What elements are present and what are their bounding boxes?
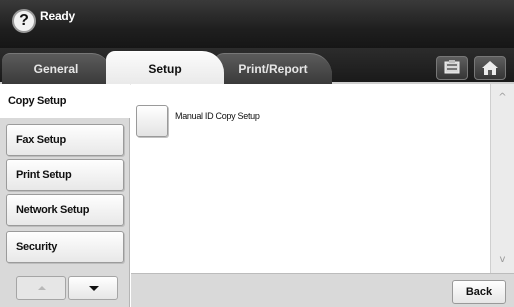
triangle-up-icon xyxy=(38,286,46,290)
home-button[interactable] xyxy=(474,56,506,80)
sidebar-scroll-up-button[interactable] xyxy=(16,276,66,300)
sidebar-scroll-down-button[interactable] xyxy=(68,276,118,300)
sidebar-item-security[interactable]: Security xyxy=(6,231,124,263)
manual-id-copy-setup-button[interactable] xyxy=(136,105,168,137)
sidebar: Copy Setup Fax Setup Print Setup Network… xyxy=(0,84,130,307)
tab-setup[interactable]: Setup xyxy=(106,51,224,85)
status-text: Ready xyxy=(40,9,76,23)
content-scrollbar[interactable]: ^ v xyxy=(490,84,514,273)
help-icon[interactable]: ? xyxy=(12,9,36,33)
tab-bar: General Print/Report Setup xyxy=(0,48,514,85)
job-status-button[interactable] xyxy=(436,56,468,80)
chevron-up-icon[interactable]: ^ xyxy=(491,90,514,106)
tab-print-report[interactable]: Print/Report xyxy=(214,53,332,84)
tab-general[interactable]: General xyxy=(2,53,110,84)
sidebar-item-print-setup[interactable]: Print Setup xyxy=(6,159,124,191)
printer-control-panel: ? Ready General Print/Report Setup Copy … xyxy=(0,0,514,307)
sidebar-item-copy-setup[interactable]: Copy Setup xyxy=(0,84,130,118)
manual-id-copy-setup-label: Manual ID Copy Setup xyxy=(175,111,260,121)
chevron-down-icon[interactable]: v xyxy=(491,252,514,268)
sidebar-item-fax-setup[interactable]: Fax Setup xyxy=(6,124,124,156)
triangle-down-icon xyxy=(89,286,99,291)
settings-content: Manual ID Copy Setup xyxy=(131,84,514,273)
status-bar: ? Ready xyxy=(0,0,514,48)
job-status-icon xyxy=(444,60,460,74)
back-button[interactable]: Back xyxy=(452,280,506,304)
footer-bar: Back xyxy=(131,273,514,307)
home-icon xyxy=(482,61,498,75)
sidebar-item-network-setup[interactable]: Network Setup xyxy=(6,194,124,226)
